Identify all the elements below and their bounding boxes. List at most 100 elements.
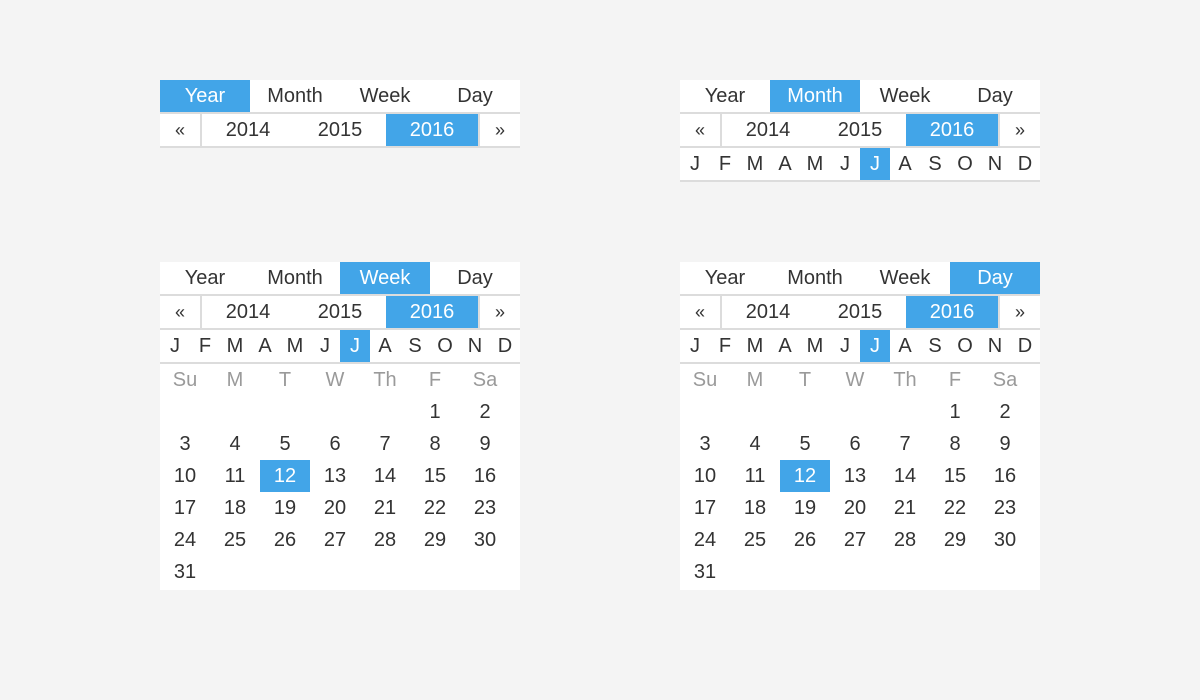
day-13[interactable]: 13 (830, 460, 880, 492)
day-13[interactable]: 13 (310, 460, 360, 492)
month-9[interactable]: S (920, 148, 950, 180)
day-22[interactable]: 22 (930, 492, 980, 524)
month-3[interactable]: M (220, 330, 250, 362)
day-2[interactable]: 2 (460, 396, 510, 428)
next-years-button[interactable]: » (478, 114, 520, 146)
day-5[interactable]: 5 (260, 428, 310, 460)
day-30[interactable]: 30 (980, 524, 1030, 556)
month-4[interactable]: A (770, 330, 800, 362)
month-10[interactable]: O (950, 330, 980, 362)
day-12[interactable]: 12 (260, 460, 310, 492)
week-row[interactable]: 12 (160, 396, 520, 428)
tab-day[interactable]: Day (430, 262, 520, 294)
month-4[interactable]: A (250, 330, 280, 362)
day-15[interactable]: 15 (930, 460, 980, 492)
day-29[interactable]: 29 (930, 524, 980, 556)
week-row[interactable]: 3456789 (160, 428, 520, 460)
month-8[interactable]: A (370, 330, 400, 362)
month-9[interactable]: S (920, 330, 950, 362)
day-6[interactable]: 6 (310, 428, 360, 460)
week-row[interactable]: 24 25 26 27 28 29 30 (680, 524, 1040, 556)
month-5[interactable]: M (800, 330, 830, 362)
month-4[interactable]: A (770, 148, 800, 180)
prev-years-button[interactable]: « (160, 296, 202, 328)
day-29[interactable]: 29 (410, 524, 460, 556)
week-row[interactable]: 10 11 12 13 14 15 16 (680, 460, 1040, 492)
month-10[interactable]: O (430, 330, 460, 362)
day-14[interactable]: 14 (360, 460, 410, 492)
year-2015[interactable]: 2015 (814, 296, 906, 328)
day-31[interactable]: 31 (160, 556, 210, 588)
day-8[interactable]: 8 (930, 428, 980, 460)
next-years-button[interactable]: » (998, 114, 1040, 146)
prev-years-button[interactable]: « (680, 114, 722, 146)
month-1[interactable]: J (160, 330, 190, 362)
month-8[interactable]: A (890, 148, 920, 180)
tab-year[interactable]: Year (160, 262, 250, 294)
month-6[interactable]: J (310, 330, 340, 362)
month-3[interactable]: M (740, 330, 770, 362)
month-12[interactable]: D (1010, 330, 1040, 362)
day-23[interactable]: 23 (460, 492, 510, 524)
month-6[interactable]: J (830, 148, 860, 180)
day-11[interactable]: 11 (730, 460, 780, 492)
year-2014[interactable]: 2014 (202, 114, 294, 146)
year-2014[interactable]: 2014 (722, 296, 814, 328)
day-4[interactable]: 4 (730, 428, 780, 460)
month-11[interactable]: N (980, 148, 1010, 180)
tab-day[interactable]: Day (950, 80, 1040, 112)
tab-day[interactable]: Day (430, 80, 520, 112)
month-6[interactable]: J (830, 330, 860, 362)
day-24[interactable]: 24 (160, 524, 210, 556)
day-1[interactable]: 1 (410, 396, 460, 428)
day-25[interactable]: 25 (210, 524, 260, 556)
day-20[interactable]: 20 (830, 492, 880, 524)
month-7[interactable]: J (860, 330, 890, 362)
prev-years-button[interactable]: « (160, 114, 202, 146)
month-11[interactable]: N (980, 330, 1010, 362)
month-11[interactable]: N (460, 330, 490, 362)
month-2[interactable]: F (710, 330, 740, 362)
day-17[interactable]: 17 (680, 492, 730, 524)
week-row[interactable]: 31 (160, 556, 520, 588)
year-2015[interactable]: 2015 (294, 296, 386, 328)
day-16[interactable]: 16 (460, 460, 510, 492)
year-2015[interactable]: 2015 (814, 114, 906, 146)
day-23[interactable]: 23 (980, 492, 1030, 524)
tab-year[interactable]: Year (680, 262, 770, 294)
day-18[interactable]: 18 (210, 492, 260, 524)
day-21[interactable]: 21 (880, 492, 930, 524)
day-26[interactable]: 26 (260, 524, 310, 556)
tab-month[interactable]: Month (250, 80, 340, 112)
day-8[interactable]: 8 (410, 428, 460, 460)
tab-month[interactable]: Month (770, 262, 860, 294)
week-row[interactable]: 31 (680, 556, 1040, 588)
day-31[interactable]: 31 (680, 556, 730, 588)
week-row[interactable]: 24 25 26 27 28 29 30 (160, 524, 520, 556)
day-3[interactable]: 3 (680, 428, 730, 460)
day-9[interactable]: 9 (980, 428, 1030, 460)
prev-years-button[interactable]: « (680, 296, 722, 328)
year-2016[interactable]: 2016 (386, 296, 478, 328)
day-10[interactable]: 10 (680, 460, 730, 492)
week-row[interactable]: 17 18 19 20 21 22 23 (680, 492, 1040, 524)
day-11[interactable]: 11 (210, 460, 260, 492)
day-18[interactable]: 18 (730, 492, 780, 524)
month-7[interactable]: J (340, 330, 370, 362)
day-2[interactable]: 2 (980, 396, 1030, 428)
year-2016[interactable]: 2016 (906, 114, 998, 146)
day-4[interactable]: 4 (210, 428, 260, 460)
day-28[interactable]: 28 (880, 524, 930, 556)
day-3[interactable]: 3 (160, 428, 210, 460)
day-24[interactable]: 24 (680, 524, 730, 556)
tab-year[interactable]: Year (160, 80, 250, 112)
month-2[interactable]: F (710, 148, 740, 180)
tab-week[interactable]: Week (860, 80, 950, 112)
tab-week[interactable]: Week (340, 80, 430, 112)
day-12[interactable]: 12 (780, 460, 830, 492)
day-30[interactable]: 30 (460, 524, 510, 556)
month-1[interactable]: J (680, 148, 710, 180)
tab-month[interactable]: Month (250, 262, 340, 294)
day-25[interactable]: 25 (730, 524, 780, 556)
day-7[interactable]: 7 (880, 428, 930, 460)
